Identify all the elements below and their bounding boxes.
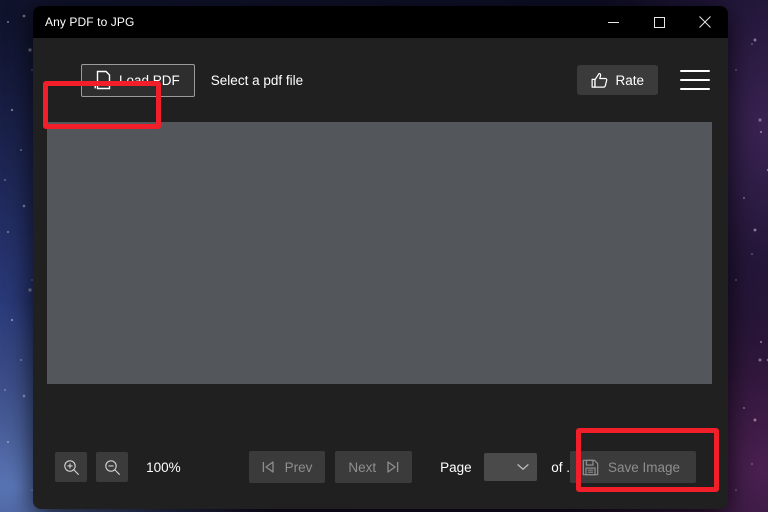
minimize-icon — [607, 21, 619, 23]
application-window: Any PDF to JPG Load PDF Select a pdf fil… — [33, 6, 728, 509]
toolbar-right-group: Rate — [577, 65, 710, 95]
load-pdf-button[interactable]: Load PDF — [81, 63, 195, 97]
rate-button[interactable]: Rate — [577, 65, 658, 95]
maximize-icon — [653, 16, 665, 28]
close-button[interactable] — [682, 6, 728, 38]
close-icon — [699, 16, 711, 28]
hamburger-menu-button[interactable] — [680, 67, 710, 93]
hamburger-menu-icon — [680, 79, 710, 81]
next-page-label: Next — [348, 459, 377, 475]
preview-area — [33, 122, 728, 425]
load-document-icon — [92, 70, 111, 90]
last-page-icon — [387, 461, 399, 473]
zoom-in-button[interactable] — [55, 452, 88, 482]
hamburger-menu-icon — [680, 70, 710, 72]
rate-label: Rate — [615, 72, 644, 88]
bottom-toolbar: 100% Prev Next Page of . Save Image — [33, 425, 728, 509]
zoom-out-button[interactable] — [96, 452, 129, 482]
pdf-preview-canvas[interactable] — [47, 122, 712, 384]
window-controls — [590, 6, 728, 38]
prev-page-label: Prev — [284, 459, 313, 475]
floppy-disk-icon — [582, 459, 599, 475]
maximize-button[interactable] — [636, 6, 682, 38]
zoom-level-label: 100% — [146, 459, 181, 475]
next-page-button[interactable]: Next — [335, 451, 413, 483]
zoom-in-icon — [63, 459, 79, 475]
status-text: Select a pdf file — [210, 72, 304, 88]
top-toolbar: Load PDF Select a pdf file Rate — [33, 38, 728, 129]
zoom-out-icon — [104, 459, 120, 475]
first-page-icon — [262, 461, 274, 473]
load-pdf-label: Load PDF — [119, 72, 180, 88]
hamburger-menu-icon — [680, 88, 710, 90]
page-number-select[interactable] — [483, 453, 538, 481]
page-label: Page — [440, 459, 472, 475]
title-bar[interactable]: Any PDF to JPG — [33, 6, 728, 38]
page-total-label: of . — [551, 459, 570, 475]
prev-page-button[interactable]: Prev — [248, 451, 326, 483]
save-image-button[interactable]: Save Image — [569, 451, 696, 483]
thumbs-up-icon — [591, 72, 608, 88]
window-title: Any PDF to JPG — [45, 15, 135, 29]
desktop-background: Any PDF to JPG Load PDF Select a pdf fil… — [0, 0, 768, 512]
page-navigation-group: Prev Next — [248, 451, 413, 483]
minimize-button[interactable] — [590, 6, 636, 38]
save-image-label: Save Image — [607, 459, 680, 475]
chevron-down-icon — [517, 464, 529, 470]
